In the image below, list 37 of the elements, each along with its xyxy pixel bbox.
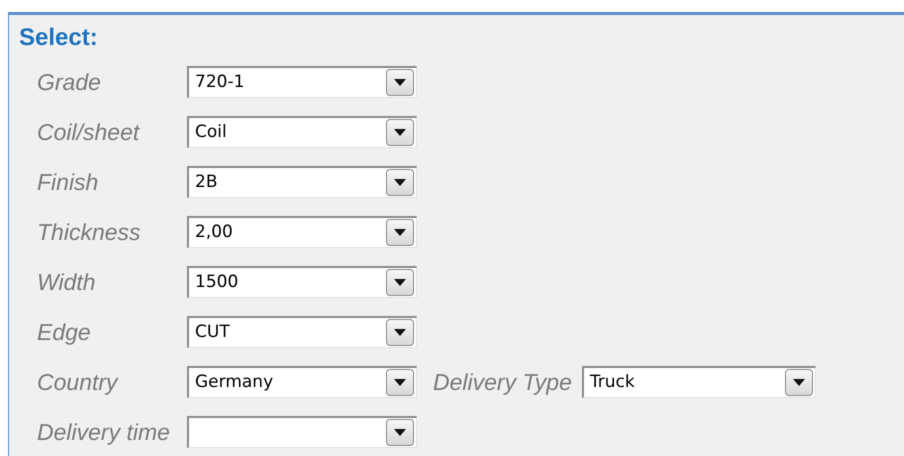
field-label: Thickness — [36, 218, 142, 247]
dropdown-field[interactable]: 1500 — [187, 266, 417, 298]
dropdown-button[interactable] — [386, 369, 414, 396]
field-label: Country — [36, 368, 120, 397]
dropdown-button[interactable] — [386, 169, 414, 196]
caret-down-icon — [394, 229, 406, 236]
caret-down-icon — [792, 379, 805, 386]
caret-down-icon — [394, 129, 406, 136]
field-label: Delivery time — [36, 418, 171, 447]
dropdown-field[interactable]: Coil — [187, 116, 417, 148]
caret-down-icon — [394, 179, 406, 186]
caret-down-icon — [394, 79, 406, 86]
section-heading: Select: — [19, 23, 99, 53]
caret-down-icon — [394, 429, 406, 436]
field-label: Width — [36, 268, 97, 297]
dropdown-button[interactable] — [386, 419, 414, 446]
dropdown-field[interactable]: Truck — [582, 366, 816, 398]
caret-down-icon — [394, 329, 406, 336]
dropdown-button[interactable] — [784, 369, 813, 396]
dropdown-button[interactable] — [386, 69, 414, 96]
caret-down-icon — [394, 279, 406, 286]
field-label: Edge — [36, 318, 92, 347]
field-label: Delivery Type — [433, 368, 572, 397]
dropdown-button[interactable] — [386, 219, 414, 246]
dropdown-field[interactable]: 720-1 — [187, 66, 417, 98]
dropdown-field[interactable]: Germany — [187, 366, 417, 398]
dropdown-field[interactable] — [187, 416, 417, 448]
dropdown-button[interactable] — [386, 269, 414, 296]
dropdown-button[interactable] — [386, 319, 414, 346]
dropdown-button[interactable] — [386, 119, 414, 146]
field-label: Finish — [36, 168, 100, 197]
field-label: Grade — [36, 68, 102, 97]
dropdown-field[interactable]: 2,00 — [187, 216, 417, 248]
field-label: Coil/sheet — [36, 118, 141, 147]
caret-down-icon — [394, 379, 406, 386]
dropdown-field[interactable]: CUT — [187, 316, 417, 348]
dropdown-field[interactable]: 2B — [187, 166, 417, 198]
